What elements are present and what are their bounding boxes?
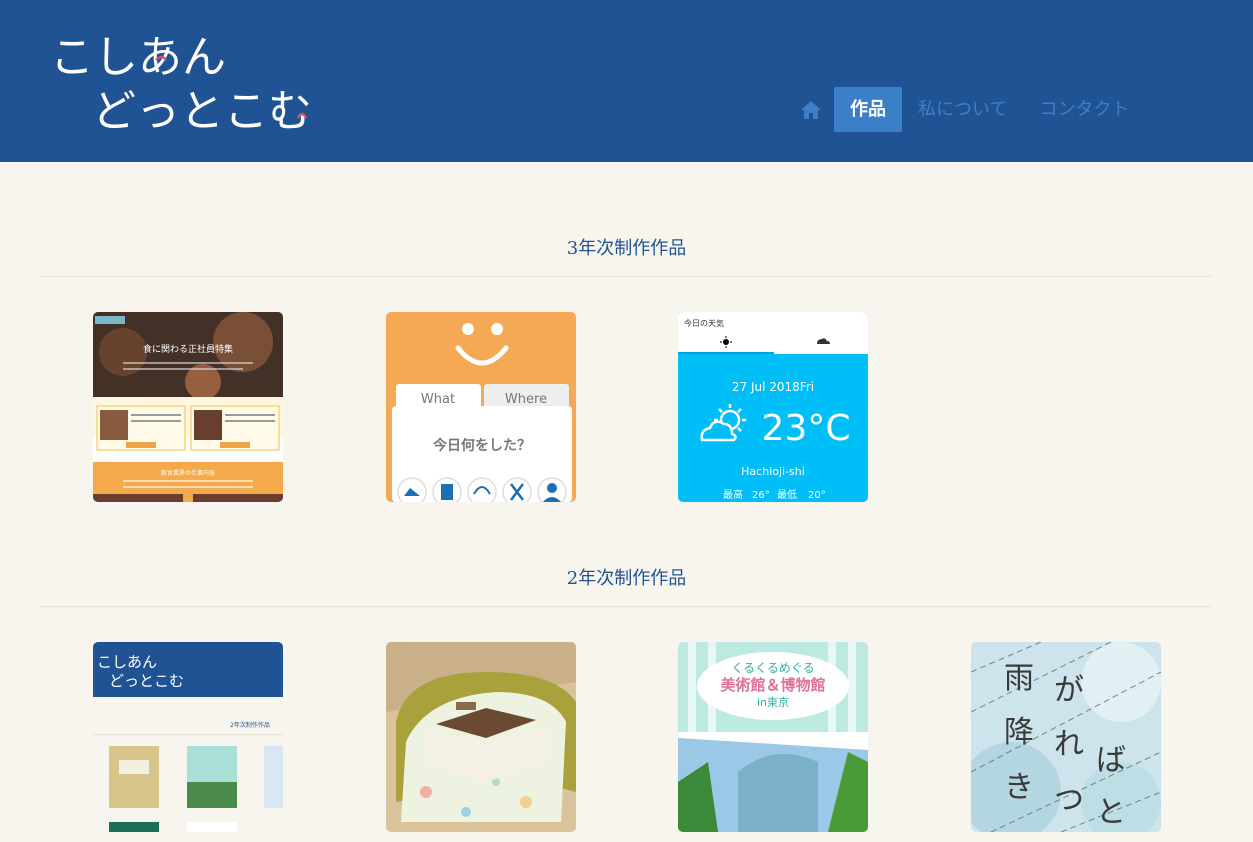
weather-high-label: 最高 — [723, 488, 743, 501]
work-thumb-diary-app[interactable]: What Where 今日何をした？ — [386, 312, 576, 502]
site-logo[interactable]: こしあん どっとこむ — [48, 28, 348, 138]
museum-line-3: in東京 — [757, 695, 789, 709]
nav-item-about[interactable]: 私について — [902, 87, 1023, 132]
rain-char-3: き — [1004, 770, 1034, 805]
rain-char-6: つ — [1054, 783, 1084, 818]
home-icon — [801, 100, 821, 119]
portfolio-caption: 2年次制作作品 — [230, 721, 270, 729]
museum-line-1: くるくるめぐる — [731, 661, 814, 675]
section-divider — [40, 276, 1212, 277]
site-header: こしあん どっとこむ 作品 私について コンタクト — [0, 0, 1253, 162]
diary-tab-what: What — [421, 392, 455, 407]
weather-low-label: 最低 — [777, 488, 797, 501]
work-thumb-recruit-site[interactable]: 食に関わる正社員特集 飲食業界の仕事内容 — [93, 312, 283, 502]
diary-tab-where: Where — [505, 392, 547, 407]
recruit-band: 飲食業界の仕事内容 — [161, 469, 215, 477]
logo-line-2: どっとこむ — [92, 86, 312, 137]
weather-temp: 23°C — [762, 408, 851, 449]
rain-char-2: 降 — [1004, 715, 1034, 750]
work-thumb-museum-guide[interactable]: くるくるめぐる 美術館＆博物館 in東京 — [678, 642, 868, 832]
logo-line-1: こしあん — [50, 32, 226, 83]
work-thumb-weather-app[interactable]: 今日の天気 27 Jul 2018Fri 23°C Hachioji-shi 最… — [678, 312, 868, 502]
weather-city: Hachioji-shi — [741, 465, 805, 478]
rain-char-4: が — [1054, 673, 1084, 708]
nav-item-contact[interactable]: コンタクト — [1023, 87, 1145, 132]
rain-char-8: と — [1096, 795, 1126, 830]
rain-char-1: 雨 — [1004, 661, 1034, 696]
portfolio-logo-line-2: どっとこむ — [109, 672, 184, 690]
work-thumb-portfolio-site[interactable]: こしあん どっとこむ 2年次制作作品 — [93, 642, 283, 832]
museum-line-2: 美術館＆博物館 — [720, 676, 825, 694]
diary-question: 今日何をした？ — [432, 437, 531, 454]
work-thumb-kotatsu-render[interactable] — [386, 642, 576, 832]
rain-char-5: れ — [1054, 727, 1084, 762]
nav-home[interactable] — [796, 87, 826, 132]
section-divider — [40, 606, 1212, 607]
weather-low: 20° — [808, 490, 826, 501]
work-thumb-rain-poem[interactable]: 雨 降 き が れ つ ば と — [971, 642, 1161, 832]
nav-item-works[interactable]: 作品 — [834, 87, 902, 132]
weather-header: 今日の天気 — [684, 318, 724, 328]
portfolio-logo-line-1: こしあん — [97, 653, 157, 671]
section-title-3rd-year: 3年次制作作品 — [566, 238, 687, 259]
main-nav: 作品 私について コンタクト — [796, 87, 1145, 132]
recruit-heading: 食に関わる正社員特集 — [143, 343, 233, 355]
rain-char-7: ば — [1096, 743, 1126, 778]
section-title-2nd-year: 2年次制作作品 — [566, 568, 687, 589]
weather-date: 27 Jul 2018Fri — [732, 380, 814, 394]
weather-high: 26° — [752, 490, 770, 501]
